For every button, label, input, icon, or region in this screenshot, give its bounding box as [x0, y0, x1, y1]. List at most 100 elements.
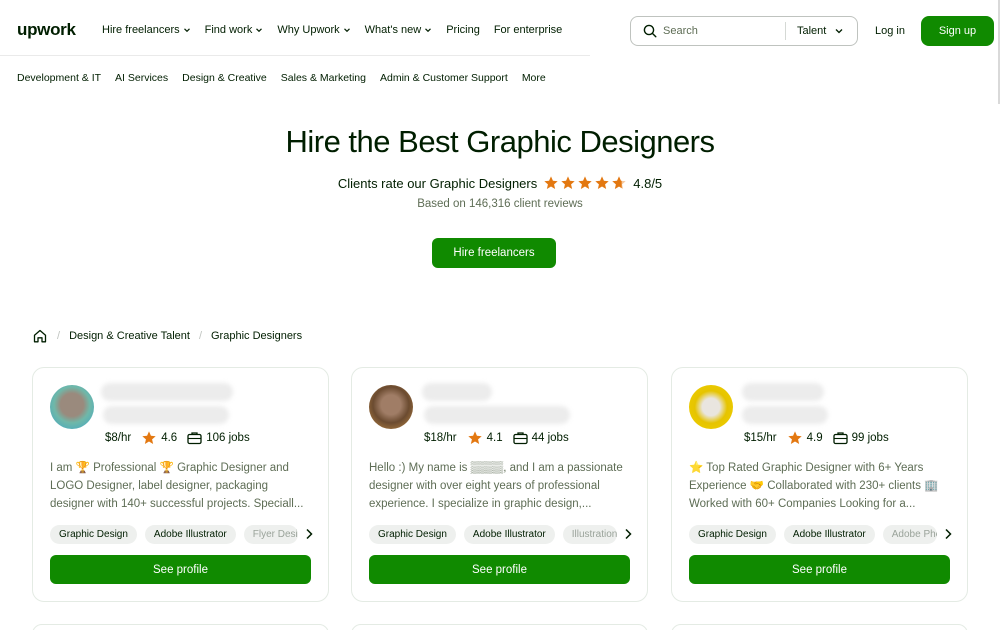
top-navigation: upwork Hire freelancers Find work Why Up…: [0, 0, 1000, 56]
header-divider: [0, 55, 590, 56]
breadcrumb-separator: /: [57, 330, 61, 342]
freelancer-card-partial: [32, 624, 329, 630]
freelancer-description: I am 🏆 Professional 🏆 Graphic Designer a…: [50, 462, 304, 510]
star-icon: [561, 176, 575, 189]
breadcrumb: / Design & Creative Talent / Graphic Des…: [32, 328, 302, 344]
rating-score: 4.8/5: [633, 175, 663, 191]
category-sales-marketing[interactable]: Sales & Marketing: [281, 72, 366, 84]
menu-find-work[interactable]: Find work: [205, 24, 264, 36]
category-more[interactable]: More: [522, 72, 546, 84]
freelancer-title-redacted: [103, 406, 229, 424]
chevron-down-icon: [343, 28, 350, 33]
star-icon: [578, 176, 592, 189]
rating-score: 4.6: [161, 432, 178, 444]
chevron-down-icon: [256, 28, 263, 33]
hire-freelancers-button[interactable]: Hire freelancers: [432, 238, 556, 268]
freelancer-card[interactable]: $8/hr 4.6 106 jobs I am 🏆 Professional 🏆…: [32, 367, 329, 602]
search-icon[interactable]: [643, 24, 657, 38]
rating-score: 4.1: [486, 432, 503, 444]
see-profile-button[interactable]: See profile: [689, 555, 950, 584]
freelancer-title-redacted: [424, 406, 570, 424]
menu-label: What's new: [364, 24, 422, 36]
briefcase-icon: [187, 431, 202, 445]
search-box: Talent: [630, 16, 858, 46]
category-ai-services[interactable]: AI Services: [115, 72, 168, 84]
chevron-down-icon: [425, 28, 432, 33]
menu-label: For enterprise: [493, 24, 563, 36]
freelancer-stats: $8/hr 4.6 106 jobs: [105, 430, 250, 446]
avatar[interactable]: [689, 385, 733, 429]
chevron-down-icon: [835, 29, 843, 34]
upwork-logo[interactable]: upwork: [17, 20, 76, 40]
see-profile-button[interactable]: See profile: [369, 555, 630, 584]
rating-stars: [543, 175, 627, 191]
breadcrumb-separator: /: [198, 330, 202, 342]
menu-label: Pricing: [446, 24, 480, 36]
search-scope-label: Talent: [797, 25, 827, 37]
skill-chip[interactable]: Graphic Design: [689, 524, 776, 544]
rating-prefix: Clients rate our Graphic Designers: [337, 175, 538, 191]
jobs-count: 106 jobs: [206, 432, 250, 444]
hourly-rate: $15/hr: [744, 432, 777, 444]
rating-score: 4.9: [806, 432, 823, 444]
skill-chip[interactable]: Adobe Illustrator: [463, 524, 555, 544]
skill-chip[interactable]: Adobe Illustrator: [783, 524, 875, 544]
star-icon: [467, 430, 483, 446]
see-profile-button[interactable]: See profile: [50, 555, 311, 584]
freelancer-description: ⭐ Top Rated Graphic Designer with 6+ Yea…: [689, 462, 939, 510]
star-icon: [787, 430, 803, 446]
hourly-rate: $18/hr: [424, 432, 457, 444]
freelancer-card[interactable]: $18/hr 4.1 44 jobs Hello :) My name is ▒…: [351, 367, 648, 602]
freelancer-card[interactable]: $15/hr 4.9 99 jobs ⭐ Top Rated Graphic D…: [671, 367, 968, 602]
menu-label: Find work: [204, 24, 253, 36]
chevron-right-icon[interactable]: [939, 525, 957, 543]
home-icon[interactable]: [32, 328, 48, 344]
breadcrumb-graphic-designers: Graphic Designers: [211, 330, 303, 342]
skill-chip[interactable]: Graphic Design: [369, 524, 456, 544]
login-link[interactable]: Log in: [875, 25, 905, 37]
skill-chips: Graphic Design Adobe Illustrator Adobe P…: [689, 524, 957, 544]
freelancer-description: Hello :) My name is ▒▒▒▒, and I am a pas…: [369, 462, 623, 510]
category-design-creative[interactable]: Design & Creative: [182, 72, 267, 84]
menu-label: Why Upwork: [277, 24, 340, 36]
skill-chip[interactable]: Flyer Design: [243, 524, 298, 544]
freelancer-card-partial: [351, 624, 648, 630]
skill-chip[interactable]: Adobe Photoshop: [882, 524, 937, 544]
menu-whats-new[interactable]: What's new: [365, 24, 433, 36]
page-title: Hire the Best Graphic Designers: [285, 124, 715, 159]
avatar[interactable]: [50, 385, 94, 429]
skill-chip[interactable]: Graphic Design: [50, 524, 137, 544]
skill-chips: Graphic Design Adobe Illustrator Flyer D…: [50, 524, 318, 544]
menu-pricing[interactable]: Pricing: [446, 24, 480, 36]
star-icon: [595, 176, 609, 189]
menu-hire-freelancers[interactable]: Hire freelancers: [102, 24, 191, 36]
skill-chip[interactable]: Illustration: [562, 524, 617, 544]
review-count: Based on 146,316 client reviews: [417, 198, 583, 210]
signup-button[interactable]: Sign up: [921, 16, 994, 46]
category-development-it[interactable]: Development & IT: [17, 72, 101, 84]
hourly-rate: $8/hr: [105, 432, 132, 444]
chevron-right-icon[interactable]: [300, 525, 318, 543]
freelancer-stats: $15/hr 4.9 99 jobs: [744, 430, 889, 446]
skill-chips: Graphic Design Adobe Illustrator Illustr…: [369, 524, 637, 544]
menu-why-upwork[interactable]: Why Upwork: [277, 24, 350, 36]
avatar[interactable]: [369, 385, 413, 429]
chevron-right-icon[interactable]: [619, 525, 637, 543]
jobs-count: 99 jobs: [851, 432, 889, 444]
briefcase-icon: [512, 431, 528, 445]
category-nav: Development & IT AI Services Design & Cr…: [17, 72, 560, 84]
skill-chip[interactable]: Adobe Illustrator: [144, 524, 236, 544]
star-icon: [141, 430, 157, 446]
breadcrumb-design-creative[interactable]: Design & Creative Talent: [69, 330, 190, 342]
menu-for-enterprise[interactable]: For enterprise: [494, 24, 562, 36]
star-icon: [544, 176, 558, 189]
menu-label: Hire freelancers: [102, 24, 180, 36]
category-admin-support[interactable]: Admin & Customer Support: [380, 72, 508, 84]
chevron-down-icon: [183, 28, 190, 33]
jobs-count: 44 jobs: [531, 432, 569, 444]
search-input[interactable]: [663, 25, 783, 37]
freelancer-stats: $18/hr 4.1 44 jobs: [424, 430, 569, 446]
search-scope-dropdown[interactable]: Talent: [797, 25, 844, 37]
freelancer-title-redacted: [742, 406, 828, 424]
freelancer-name-redacted: [101, 383, 233, 401]
